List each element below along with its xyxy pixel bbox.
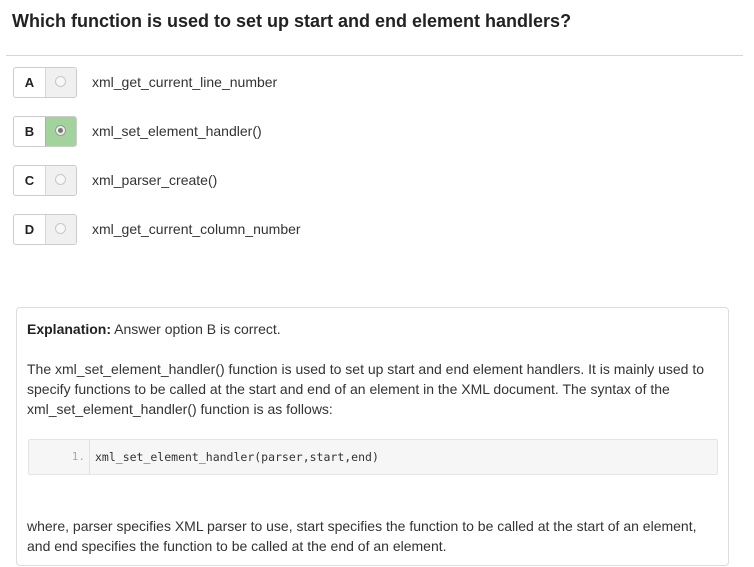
option-d-text[interactable]: xml_get_current_column_number (92, 214, 301, 245)
option-b-letter: B (24, 124, 35, 139)
explanation-paragraph: The xml_set_element_handler() function i… (27, 361, 705, 417)
code-line-number: 1. (29, 440, 90, 474)
option-a-box[interactable]: A (13, 67, 77, 98)
option-a-text[interactable]: xml_get_current_line_number (92, 67, 277, 98)
code-line: xml_set_element_handler(parser,start,end… (95, 450, 379, 464)
explanation-label: Explanation: (27, 321, 112, 337)
explanation-panel: Explanation: Answer option B is correct.… (16, 307, 729, 566)
option-d-letter: D (24, 222, 35, 237)
option-c-box[interactable]: C (13, 165, 77, 196)
option-d-radio-cell[interactable] (45, 215, 76, 244)
explanation-footer: where, parser specifies XML parser to us… (27, 518, 697, 554)
option-b-radio-cell[interactable] (45, 117, 76, 146)
option-d-box[interactable]: D (13, 214, 77, 245)
option-d[interactable]: D xml_get_current_column_number (13, 214, 613, 245)
option-a-letter: A (24, 75, 35, 90)
option-c-letter: C (24, 173, 35, 188)
question-title: Which function is used to set up start a… (12, 11, 572, 31)
option-b-radio[interactable] (55, 125, 66, 136)
option-d-radio[interactable] (55, 223, 66, 234)
option-c-radio-cell[interactable] (45, 166, 76, 195)
code-block: 1. xml_set_element_handler(parser,start,… (28, 439, 718, 475)
explanation-heading: Explanation: Answer option B is correct. (27, 320, 281, 338)
option-b[interactable]: B xml_set_element_handler() (13, 116, 613, 147)
option-a-radio-cell[interactable] (45, 68, 76, 97)
option-b-box[interactable]: B (13, 116, 77, 147)
option-c-text[interactable]: xml_parser_create() (92, 165, 217, 196)
option-a-radio[interactable] (55, 76, 66, 87)
explanation-summary: Answer option B is correct. (111, 321, 281, 337)
divider (6, 55, 743, 56)
option-c-radio[interactable] (55, 174, 66, 185)
option-b-text[interactable]: xml_set_element_handler() (92, 116, 262, 147)
option-c[interactable]: C xml_parser_create() (13, 165, 613, 196)
option-a[interactable]: A xml_get_current_line_number (13, 67, 613, 98)
